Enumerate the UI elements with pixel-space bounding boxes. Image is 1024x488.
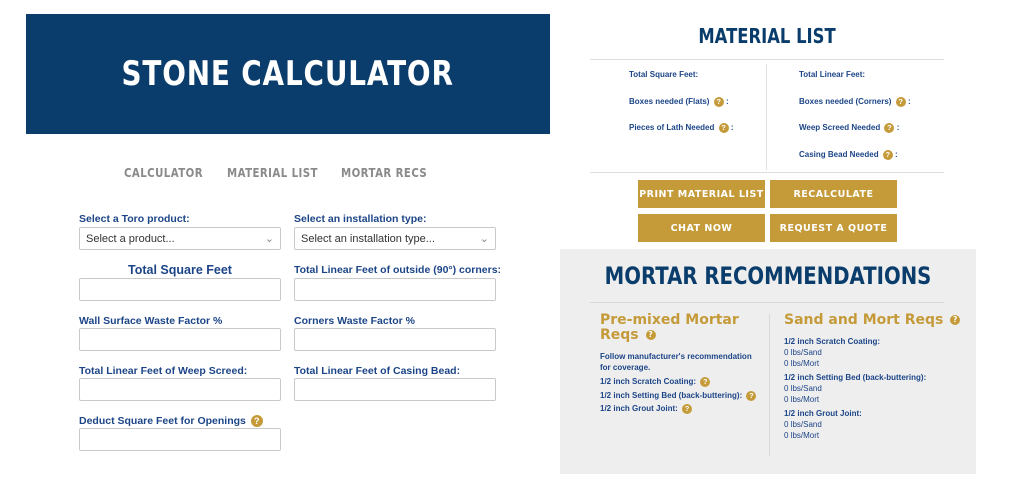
request-quote-button[interactable]: REQUEST A QUOTE (770, 214, 897, 242)
ml-boxes-flats: Boxes needed (Flats) (629, 97, 710, 107)
openings-input[interactable] (79, 428, 281, 451)
wall-waste-label: Wall Surface Waste Factor % (79, 315, 223, 327)
sand-heading: Sand and Mort Reqs (784, 312, 944, 328)
sand-grout-sand: 0 lbs/Sand (784, 420, 822, 429)
corners-label: Total Linear Feet of outside (90°) corne… (294, 264, 502, 276)
ml-weep: Weep Screed Needed (799, 123, 881, 133)
premixed-heading-line1: Pre-mixed Mortar (600, 312, 739, 328)
premixed-grout-row: 1/2 inch Grout Joint: ? (600, 403, 693, 414)
ml-colon: : (907, 97, 911, 107)
premixed-heading-line2-row: Reqs ? (600, 328, 739, 343)
sand-values: 1/2 inch Scratch Coating: 0 lbs/Sand 0 l… (784, 336, 926, 441)
ml-weep-row: Weep Screed Needed ? : (799, 123, 899, 133)
chevron-down-icon: ⌄ (264, 233, 274, 245)
help-icon[interactable]: ? (884, 123, 895, 133)
material-list-top-divider (590, 59, 944, 60)
premixed-setting: 1/2 inch Setting Bed (back-buttering): (600, 391, 743, 400)
material-list-column-divider (766, 64, 767, 170)
chevron-down-icon: ⌄ (479, 233, 489, 245)
ml-boxes-corners-row: Boxes needed (Corners) ? : (799, 97, 911, 107)
help-icon[interactable]: ? (882, 150, 893, 160)
ml-boxes-flats-row: Boxes needed (Flats) ? : (629, 97, 729, 107)
tab-calculator[interactable]: CALCULATOR (124, 166, 203, 180)
help-icon[interactable]: ? (250, 415, 263, 428)
help-icon[interactable]: ? (713, 97, 724, 107)
weep-label: Total Linear Feet of Weep Screed: (79, 365, 248, 377)
premixed-heading: Pre-mixed Mortar Reqs ? (600, 313, 739, 343)
ml-total-sqft: Total Square Feet: (629, 70, 699, 79)
sand-scratch-mort: 0 lbs/Mort (784, 359, 820, 368)
sand-grout: 1/2 inch Grout Joint: (784, 409, 862, 418)
page-title: STONE CALCULATOR (121, 54, 455, 94)
weep-input[interactable] (79, 378, 281, 401)
ml-colon: : (725, 97, 729, 107)
ml-colon: : (895, 150, 898, 160)
chat-now-button[interactable]: CHAT NOW (638, 214, 765, 242)
premixed-setting-row: 1/2 inch Setting Bed (back-buttering): ? (600, 390, 757, 401)
help-icon[interactable]: ? (700, 376, 711, 387)
corners-input[interactable] (294, 278, 496, 301)
help-icon[interactable]: ? (950, 315, 961, 325)
sand-setting-mort: 0 lbs/Mort (784, 395, 820, 404)
install-label: Select an installation type: (294, 213, 427, 225)
openings-label-row: Deduct Square Feet for Openings ? (79, 415, 263, 428)
mortar-title: MORTAR RECOMMENDATIONS (604, 262, 932, 290)
premixed-note: Follow manufacturer's recommendation for… (600, 351, 752, 373)
sand-setting: 1/2 inch Setting Bed (back-buttering): (784, 373, 927, 382)
help-icon[interactable]: ? (718, 123, 729, 133)
install-select-value: Select an installation type... (301, 232, 435, 245)
product-label: Select a Toro product: (79, 213, 190, 225)
premixed-note-line1: Follow manufacturer's recommendation (600, 352, 752, 361)
ml-total-linear: Total Linear Feet: (799, 70, 866, 79)
help-icon[interactable]: ? (645, 330, 656, 340)
premixed-scratch: 1/2 inch Scratch Coating: (600, 377, 697, 386)
recalculate-button[interactable]: RECALCULATE (770, 180, 897, 208)
ml-casing: Casing Bead Needed (799, 150, 879, 160)
sand-setting-sand: 0 lbs/Sand (784, 384, 822, 393)
openings-label: Deduct Square Feet for Openings (79, 415, 246, 427)
corners-waste-label: Corners Waste Factor % (294, 315, 415, 327)
tab-material-list[interactable]: MATERIAL LIST (227, 166, 318, 180)
premixed-note-line2: for coverage. (600, 363, 651, 372)
product-select[interactable]: Select a product... ⌄ (79, 227, 281, 250)
premixed-grout: 1/2 inch Grout Joint: (600, 404, 678, 413)
wall-waste-input[interactable] (79, 328, 281, 351)
ml-casing-row: Casing Bead Needed ? : (799, 150, 898, 160)
sand-scratch: 1/2 inch Scratch Coating: (784, 337, 881, 346)
material-list-bottom-divider (590, 172, 944, 173)
ml-lath-row: Pieces of Lath Needed ? : (629, 123, 734, 133)
install-select[interactable]: Select an installation type... ⌄ (294, 227, 496, 250)
casing-label: Total Linear Feet of Casing Bead: (294, 365, 461, 377)
premixed-scratch-row: 1/2 inch Scratch Coating: ? (600, 376, 711, 387)
sand-heading-row: Sand and Mort Reqs ? (784, 312, 961, 328)
ml-colon: : (730, 123, 734, 133)
print-material-list-button[interactable]: PRINT MATERIAL LIST (638, 180, 765, 208)
ml-lath: Pieces of Lath Needed (629, 123, 715, 133)
product-select-value: Select a product... (86, 232, 175, 245)
sand-scratch-sand: 0 lbs/Sand (784, 348, 822, 357)
sand-grout-mort: 0 lbs/Mort (784, 431, 820, 440)
premixed-heading-line2: Reqs (600, 327, 639, 343)
material-list-title: MATERIAL LIST (698, 24, 836, 48)
total-sqft-label: Total Square Feet (128, 263, 232, 277)
mortar-divider (590, 302, 944, 303)
mortar-column-divider (769, 314, 770, 456)
tab-mortar-recs[interactable]: MORTAR RECS (341, 166, 427, 180)
help-icon[interactable]: ? (746, 390, 757, 401)
header-banner: STONE CALCULATOR (26, 14, 550, 134)
help-icon[interactable]: ? (682, 403, 693, 414)
total-sqft-input[interactable] (79, 278, 281, 301)
ml-colon: : (896, 123, 900, 133)
help-icon[interactable]: ? (895, 97, 906, 107)
ml-boxes-corners: Boxes needed (Corners) (799, 97, 892, 107)
casing-input[interactable] (294, 378, 496, 401)
corners-waste-input[interactable] (294, 328, 496, 351)
